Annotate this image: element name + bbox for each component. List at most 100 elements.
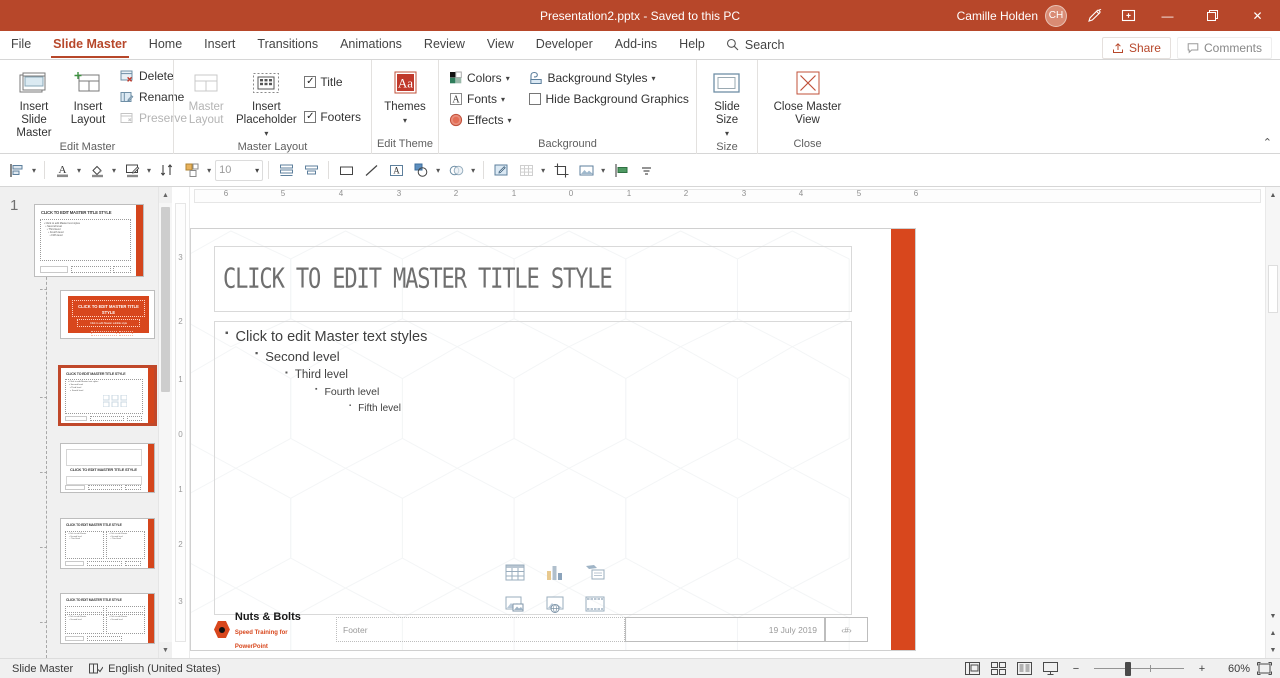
comments-button[interactable]: Comments bbox=[1176, 37, 1272, 59]
merge-shapes-icon[interactable] bbox=[444, 158, 468, 182]
tab-file[interactable]: File bbox=[0, 30, 42, 59]
scroll-down-icon[interactable]: ▼ bbox=[1266, 608, 1280, 624]
line-shape-icon[interactable] bbox=[359, 158, 383, 182]
view-name-status[interactable]: Slide Master bbox=[4, 659, 81, 678]
insert-chart-icon[interactable] bbox=[545, 562, 566, 582]
slide-card[interactable]: CLICK TO EDIT MASTER TITLE STYLE ▪ Click… bbox=[60, 518, 155, 569]
scrollbar-thumb[interactable] bbox=[161, 207, 170, 392]
align-objects-icon[interactable] bbox=[5, 158, 29, 182]
zoom-slider-knob[interactable] bbox=[1124, 661, 1131, 676]
zoom-slider[interactable] bbox=[1094, 660, 1184, 678]
slide-size-button[interactable]: Slide Size ▾ bbox=[701, 64, 753, 140]
align-center-icon[interactable] bbox=[299, 158, 323, 182]
arrange-icon[interactable] bbox=[180, 158, 204, 182]
minimize-button[interactable]: — bbox=[1145, 0, 1190, 31]
shape-outline-control[interactable]: ▾ bbox=[120, 158, 154, 182]
scroll-up-icon[interactable]: ▲ bbox=[159, 187, 172, 203]
edit-shape-icon[interactable] bbox=[489, 158, 513, 182]
vertical-ruler[interactable]: 3 2 1 0 1 2 3 bbox=[172, 187, 190, 658]
slide-show-button[interactable] bbox=[1038, 660, 1062, 678]
master-layout-button[interactable]: Master Layout bbox=[180, 64, 232, 127]
language-status[interactable]: English (United States) bbox=[81, 659, 229, 678]
chevron-down-icon[interactable]: ▾ bbox=[204, 158, 214, 182]
insert-placeholder-button[interactable]: Insert Placeholder ▾ bbox=[234, 64, 298, 140]
insert-layout-button[interactable]: Insert Layout bbox=[62, 64, 114, 127]
scroll-down-icon[interactable]: ▼ bbox=[159, 642, 172, 658]
thumbnail-item-layout-5[interactable]: CLICK TO EDIT MASTER TITLE STYLE ▪ Click… bbox=[60, 593, 155, 644]
zoom-level-label[interactable]: 60% bbox=[1216, 663, 1250, 675]
align-left-icon[interactable] bbox=[274, 158, 298, 182]
font-size-input[interactable]: 10 ▾ bbox=[215, 159, 264, 181]
footer-placeholder[interactable]: Footer bbox=[336, 617, 625, 642]
table-icon[interactable] bbox=[514, 158, 538, 182]
footers-checkbox[interactable]: ✓ Footers bbox=[300, 107, 365, 127]
shape-fill-control[interactable]: ▾ bbox=[85, 158, 119, 182]
crop-icon[interactable] bbox=[549, 158, 573, 182]
thumbnail-item-layout-1[interactable]: CLICK TO EDIT MASTER TITLE STYLE Click t… bbox=[60, 290, 155, 339]
tab-animations[interactable]: Animations bbox=[329, 30, 413, 59]
chevron-down-icon[interactable]: ▾ bbox=[255, 166, 259, 175]
chevron-down-icon[interactable]: ▾ bbox=[74, 158, 84, 182]
tab-slide-master[interactable]: Slide Master bbox=[42, 30, 138, 59]
horizontal-ruler[interactable]: 6 5 4 3 2 1 0 1 2 3 4 5 6 bbox=[190, 187, 1265, 205]
chevron-down-icon[interactable]: ▾ bbox=[144, 158, 154, 182]
tab-review[interactable]: Review bbox=[413, 30, 476, 59]
fonts-button[interactable]: A Fonts ▾ bbox=[445, 89, 515, 109]
thumbnail-item-master[interactable]: CLICK TO EDIT MASTER TITLE STYLE ▪ Click… bbox=[34, 204, 157, 277]
align-objects-control[interactable]: ▾ bbox=[5, 158, 39, 182]
zoom-in-button[interactable]: + bbox=[1190, 660, 1214, 678]
next-slide-icon[interactable]: ▼ bbox=[1266, 642, 1280, 658]
avatar[interactable]: CH bbox=[1045, 4, 1067, 27]
zoom-out-button[interactable]: − bbox=[1064, 660, 1088, 678]
fit-to-window-icon[interactable] bbox=[1252, 660, 1276, 678]
colors-button[interactable]: Colors ▾ bbox=[445, 68, 515, 88]
ribbon-display-options-icon[interactable] bbox=[1111, 0, 1145, 31]
tab-insert[interactable]: Insert bbox=[193, 30, 246, 59]
title-placeholder[interactable]: CLICK TO EDIT MASTER TITLE STYLE bbox=[214, 246, 852, 312]
slide-number-placeholder[interactable]: ‹#› bbox=[825, 617, 868, 642]
font-color-icon[interactable]: A bbox=[50, 158, 74, 182]
tab-add-ins[interactable]: Add-ins bbox=[604, 30, 668, 59]
shape-outline-icon[interactable] bbox=[120, 158, 144, 182]
slide-card[interactable]: CLICK TO EDIT MASTER TITLE STYLE ▪ Click… bbox=[34, 204, 144, 277]
collapse-ribbon-button[interactable]: ⌃ bbox=[1263, 136, 1272, 149]
previous-slide-icon[interactable]: ▲ bbox=[1266, 625, 1280, 641]
picture-control[interactable]: ▾ bbox=[574, 158, 608, 182]
insert-slide-master-button[interactable]: Insert Slide Master bbox=[8, 64, 60, 140]
scroll-up-icon[interactable]: ▲ bbox=[1266, 187, 1280, 203]
insert-pictures-icon[interactable] bbox=[505, 594, 526, 614]
scrollbar-thumb[interactable] bbox=[1268, 265, 1278, 313]
restore-button[interactable] bbox=[1190, 0, 1235, 31]
picture-icon[interactable] bbox=[574, 158, 598, 182]
pen-icon[interactable] bbox=[1077, 0, 1111, 31]
chevron-down-icon[interactable]: ▾ bbox=[433, 158, 443, 182]
slide-sorter-button[interactable] bbox=[986, 660, 1010, 678]
shapes-icon[interactable] bbox=[409, 158, 433, 182]
slide-canvas[interactable]: CLICK TO EDIT MASTER TITLE STYLE ▪ Click… bbox=[190, 205, 1265, 658]
slide-surface[interactable]: CLICK TO EDIT MASTER TITLE STYLE ▪ Click… bbox=[190, 228, 916, 651]
rectangle-shape-icon[interactable] bbox=[334, 158, 358, 182]
slide-card[interactable]: CLICK TO EDIT MASTER TITLE STYLE ▪ Click… bbox=[58, 365, 157, 426]
hide-background-graphics-checkbox[interactable]: Hide Background Graphics bbox=[525, 89, 692, 109]
tab-help[interactable]: Help bbox=[668, 30, 716, 59]
close-master-view-button[interactable]: Close Master View bbox=[764, 64, 851, 127]
thumbnail-item-layout-4[interactable]: CLICK TO EDIT MASTER TITLE STYLE ▪ Click… bbox=[60, 518, 155, 569]
insert-smartart-icon[interactable] bbox=[584, 562, 605, 582]
normal-view-button[interactable] bbox=[960, 660, 984, 678]
shape-fill-icon[interactable] bbox=[85, 158, 109, 182]
slide-card[interactable]: CLICK TO EDIT MASTER TITLE STYLE Click t… bbox=[60, 290, 155, 339]
thumbnail-item-layout-3[interactable]: CLICK TO EDIT MASTER TITLE STYLE bbox=[60, 443, 155, 493]
tab-view[interactable]: View bbox=[476, 30, 525, 59]
arrange-control[interactable]: ▾ bbox=[180, 158, 214, 182]
text-box-icon[interactable]: A bbox=[384, 158, 408, 182]
slide-card[interactable]: CLICK TO EDIT MASTER TITLE STYLE bbox=[60, 443, 155, 493]
tab-home[interactable]: Home bbox=[138, 30, 193, 59]
logo-placeholder[interactable]: Nuts & Bolts Speed Training for PowerPoi… bbox=[214, 611, 312, 650]
close-button[interactable]: ✕ bbox=[1235, 0, 1280, 31]
insert-video-icon[interactable] bbox=[584, 594, 605, 614]
tab-developer[interactable]: Developer bbox=[525, 30, 604, 59]
overflow-chevron-icon[interactable] bbox=[634, 158, 658, 182]
background-styles-button[interactable]: Background Styles ▾ bbox=[525, 68, 692, 88]
chevron-down-icon[interactable]: ▾ bbox=[109, 158, 119, 182]
sort-icon[interactable] bbox=[155, 158, 179, 182]
